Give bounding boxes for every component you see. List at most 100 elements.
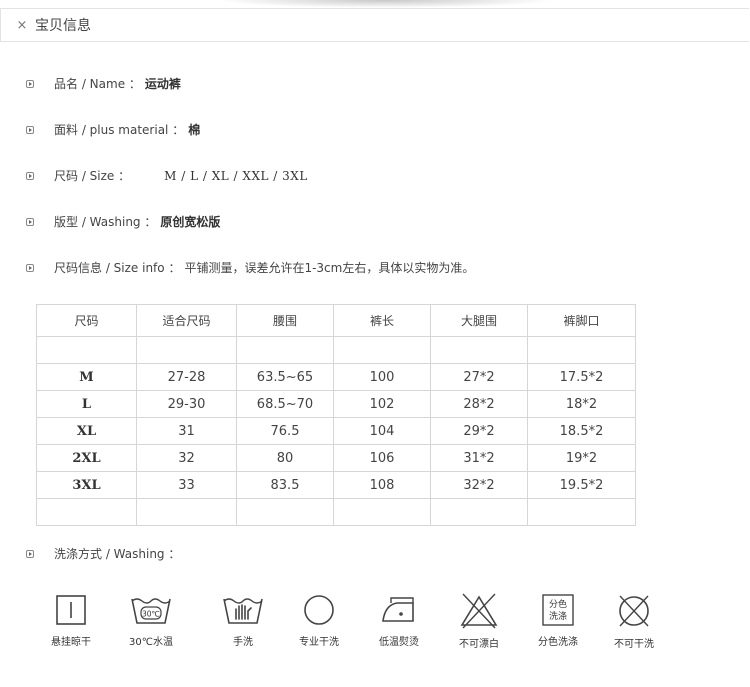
size-table: 尺码 适合尺码 腰围 裤长 大腿围 裤脚口 M 27-28 63.5~65 10…: [36, 304, 636, 526]
table-header-row: 尺码 适合尺码 腰围 裤长 大腿围 裤脚口: [36, 304, 636, 337]
table-cell: 31*2: [430, 444, 528, 472]
table-cell: 18.5*2: [527, 417, 636, 445]
table-cell: 32*2: [430, 471, 528, 499]
info-row-fit: 版型 / Washing ： 原创宽松版: [26, 213, 220, 230]
care-item: 悬挂晾干: [31, 593, 111, 648]
table-cell: 108: [333, 471, 431, 499]
dry-clean-icon: [304, 595, 334, 625]
hang-dry-icon: [56, 595, 86, 625]
table-row: L 29-30 68.5~70 102 28*2 18*2: [36, 390, 636, 418]
info-row-name: 品名 / Name ： 运动裤: [26, 75, 181, 92]
care-item: 专业干洗: [279, 593, 359, 648]
table-cell: 31: [136, 417, 237, 445]
table-cell: L: [36, 390, 137, 418]
table-header-cell: 裤长: [333, 304, 431, 337]
bullet-icon: [26, 79, 34, 88]
svg-text:分色: 分色: [549, 598, 567, 610]
table-cell: 18*2: [527, 390, 636, 418]
table-header-cell: 裤脚口: [527, 304, 636, 337]
section-title: 宝贝信息: [35, 18, 91, 34]
table-cell: 3XL: [36, 471, 137, 499]
bullet-icon: [26, 217, 34, 226]
table-blank-row: [36, 498, 636, 526]
table-cell: 76.5: [236, 417, 334, 445]
bullet-icon: [26, 125, 34, 134]
care-caption: 专业干洗: [299, 637, 339, 648]
table-cell: 63.5~65: [236, 363, 334, 391]
top-shadow: [215, 0, 555, 8]
table-row: M 27-28 63.5~65 100 27*2 17.5*2: [36, 363, 636, 391]
care-item: 不可干洗: [594, 593, 674, 650]
wash-30-icon: 30℃: [131, 598, 171, 624]
care-item: 手洗: [203, 593, 283, 648]
table-row: 2XL 32 80 106 31*2 19*2: [36, 444, 636, 472]
care-caption: 手洗: [233, 637, 253, 648]
table-cell: 102: [333, 390, 431, 418]
care-caption: 分色洗涤: [538, 637, 578, 648]
care-item: 不可漂白: [439, 593, 519, 650]
no-tumble-dry-icon: [619, 595, 649, 627]
separate-wash-icon: 分色 洗涤: [542, 594, 574, 626]
table-cell: 19*2: [527, 444, 636, 472]
table-cell: 29*2: [430, 417, 528, 445]
table-row: XL 31 76.5 104 29*2 18.5*2: [36, 417, 636, 445]
info-label: 洗涤方式 / Washing ：: [54, 547, 181, 561]
care-item: 分色 洗涤 分色洗涤: [518, 593, 598, 648]
table-cell: M: [36, 363, 137, 391]
table-row: 3XL 33 83.5 108 32*2 19.5*2: [36, 471, 636, 499]
info-value: M / L / XL / XXL / 3XL: [164, 168, 308, 183]
info-label: 尺码 / Size ：: [54, 169, 131, 183]
info-row-material: 面料 / plus material ： 棉: [26, 121, 200, 138]
hand-wash-icon: [223, 598, 263, 624]
table-cell: XL: [36, 417, 137, 445]
table-blank-row: [36, 336, 636, 364]
table-cell: 29-30: [136, 390, 237, 418]
care-icons: 悬挂晾干 30℃ 30℃水温 手洗 专业干洗 低温熨烫 不可漂白 分色 洗涤 分…: [43, 593, 673, 653]
table-cell: 68.5~70: [236, 390, 334, 418]
table-cell: 106: [333, 444, 431, 472]
info-value: 平铺测量，误差允许在1-3cm左右，具体以实物为准。: [184, 261, 475, 275]
care-caption: 不可干洗: [614, 639, 654, 650]
table-cell: 19.5*2: [527, 471, 636, 499]
info-value: 棉: [188, 123, 201, 137]
care-caption: 悬挂晾干: [51, 637, 91, 648]
table-cell: 83.5: [236, 471, 334, 499]
info-value: 运动裤: [144, 77, 181, 91]
table-cell: 27-28: [136, 363, 237, 391]
bullet-icon: [26, 263, 34, 272]
bullet-icon: [26, 171, 34, 180]
bullet-icon: [26, 549, 34, 558]
table-header-cell: 尺码: [36, 304, 137, 337]
info-label: 版型 / Washing ：: [54, 215, 157, 229]
close-icon[interactable]: ×: [15, 18, 29, 33]
table-cell: 100: [333, 363, 431, 391]
table-cell: 32: [136, 444, 237, 472]
info-value: 原创宽松版: [160, 215, 221, 229]
info-label: 品名 / Name ：: [54, 77, 141, 91]
info-row-size-info: 尺码信息 / Size info ： 平铺测量，误差允许在1-3cm左右，具体以…: [26, 259, 474, 276]
section-header: × 宝贝信息: [0, 8, 749, 42]
care-caption: 不可漂白: [459, 639, 499, 650]
table-header-cell: 大腿围: [430, 304, 528, 337]
info-label: 尺码信息 / Size info ：: [54, 261, 181, 275]
iron-low-icon: [382, 597, 414, 622]
info-row-washing: 洗涤方式 / Washing ：: [26, 545, 180, 562]
table-header-cell: 适合尺码: [136, 304, 237, 337]
svg-text:洗涤: 洗涤: [549, 610, 567, 622]
table-cell: 28*2: [430, 390, 528, 418]
care-caption: 低温熨烫: [379, 637, 419, 648]
care-item: 低温熨烫: [359, 593, 439, 648]
care-caption: 30℃水温: [129, 637, 173, 648]
no-bleach-icon: [460, 593, 498, 629]
table-cell: 2XL: [36, 444, 137, 472]
info-label: 面料 / plus material ：: [54, 123, 185, 137]
table-cell: 33: [136, 471, 237, 499]
svg-text:30℃: 30℃: [142, 610, 160, 619]
table-header-cell: 腰围: [236, 304, 334, 337]
table-cell: 27*2: [430, 363, 528, 391]
table-cell: 17.5*2: [527, 363, 636, 391]
table-cell: 80: [236, 444, 334, 472]
table-cell: 104: [333, 417, 431, 445]
info-row-size: 尺码 / Size ： M / L / XL / XXL / 3XL: [26, 167, 308, 184]
care-item: 30℃ 30℃水温: [111, 593, 191, 648]
